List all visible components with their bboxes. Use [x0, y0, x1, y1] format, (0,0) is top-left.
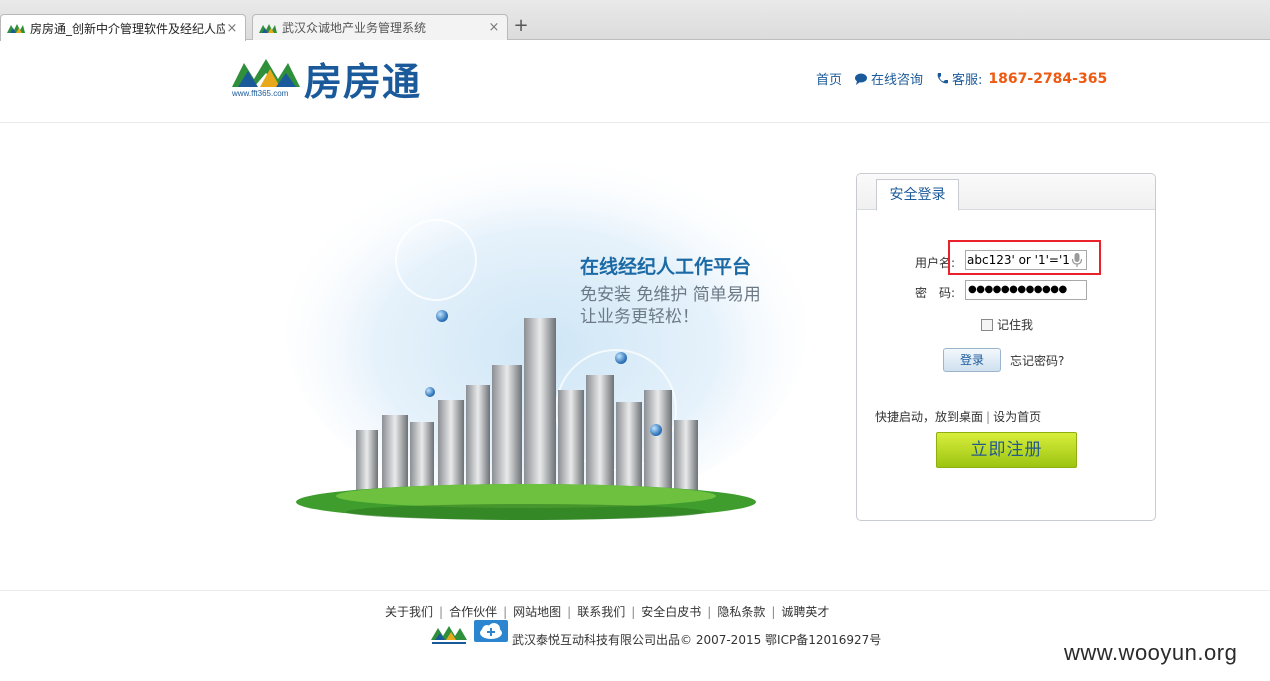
footer-divider: [0, 590, 1270, 591]
new-tab-button[interactable]: +: [510, 16, 532, 38]
city-skyline-image: [286, 150, 806, 520]
nav-home-link[interactable]: 首页: [816, 69, 842, 88]
password-input[interactable]: ●●●●●●●●●●●●: [965, 280, 1087, 300]
fft-favicon-icon: [7, 22, 25, 34]
remember-me-label: 记住我: [997, 318, 1034, 332]
footer-fft-logo-icon: [431, 626, 467, 644]
nav-service-label: 客服:: [952, 73, 983, 88]
footer-link-sitemap[interactable]: 网站地图: [513, 605, 561, 619]
logo-brand-text: 房房通: [304, 59, 422, 104]
tab-title: 房房通_创新中介管理软件及经纪人应: [30, 21, 225, 36]
remember-me-checkbox[interactable]: 记住我: [981, 316, 1033, 333]
separator: |: [503, 605, 508, 619]
password-label: 密 码:: [915, 286, 956, 300]
shortcut-launch-link[interactable]: 快捷启动，放到桌面: [875, 410, 983, 424]
login-panel-header: 安全登录: [857, 174, 1155, 211]
tab-close-icon[interactable]: ×: [487, 20, 501, 35]
tab-close-icon[interactable]: ×: [225, 21, 239, 36]
separator: |: [631, 605, 636, 619]
logo-url-text: www.fft365.com: [232, 89, 289, 98]
separator: |: [439, 605, 444, 619]
fft-logo-icon: [232, 59, 300, 87]
browser-tab-wuhan[interactable]: 武汉众诚地产业务管理系统 ×: [252, 14, 508, 40]
separator: |: [567, 605, 572, 619]
browser-tab-fft365[interactable]: 房房通_创新中介管理软件及经纪人应 ×: [0, 14, 246, 41]
browser-tab-bar: 房房通_创新中介管理软件及经纪人应 × 武汉众诚地产业务管理系统 × +: [0, 0, 1270, 41]
forgot-password-link[interactable]: 忘记密码?: [1010, 352, 1064, 369]
footer-links: 关于我们 | 合作伙伴 | 网站地图 | 联系我们 | 安全白皮书 | 隐私条款 | 诚聘英才: [385, 603, 829, 620]
footer-link-whitepaper[interactable]: 安全白皮书: [641, 605, 701, 619]
nav-service: 客服: 1867-2784-365: [935, 69, 1107, 88]
fft-favicon-icon: [259, 22, 277, 34]
nav-online-consult-label: 在线咨询: [871, 73, 924, 88]
site-logo[interactable]: 房房通 www.fft365.com: [230, 53, 440, 104]
service-phone-number: 1867-2784-365: [988, 70, 1108, 87]
register-button[interactable]: 立即注册: [936, 432, 1077, 468]
chat-bubble-icon: [855, 73, 868, 85]
checkbox-icon[interactable]: [981, 318, 993, 331]
tab-title: 武汉众诚地产业务管理系统: [282, 21, 427, 35]
separator: |: [707, 605, 712, 619]
set-homepage-link[interactable]: 设为首页: [993, 410, 1041, 424]
top-nav: 首页 在线咨询 客服: 1867-2784-365: [816, 69, 1119, 89]
tab-secure-login[interactable]: 安全登录: [876, 179, 959, 211]
hero-slogan-line2: 让业务更轻松！: [580, 307, 699, 327]
shortcut-links: 快捷启动，放到桌面 | 设为首页: [875, 408, 1041, 425]
footer-link-about[interactable]: 关于我们: [385, 605, 433, 619]
nav-online-consult-link[interactable]: 在线咨询: [854, 69, 923, 88]
footer-link-privacy[interactable]: 隐私条款: [717, 605, 765, 619]
cloud-upload-icon: [474, 620, 508, 642]
footer-copyright: 武汉泰悦互动科技有限公司出品© 2007-2015 鄂ICP备12016927号: [512, 633, 882, 647]
hero-slogan-title: 在线经纪人工作平台: [580, 256, 752, 278]
site-header: 房房通 www.fft365.com 首页 在线咨询 客服: 1867-2784…: [0, 41, 1270, 123]
footer-link-partners[interactable]: 合作伙伴: [449, 605, 497, 619]
login-panel: 安全登录 用户名: abc123' or '1'='1 密 码: ●●●●●●●…: [856, 173, 1156, 521]
separator: |: [771, 605, 776, 619]
footer-link-contact[interactable]: 联系我们: [577, 605, 625, 619]
separator: |: [986, 410, 991, 424]
phone-icon: [937, 72, 949, 83]
highlight-annotation-box: [948, 240, 1101, 275]
hero-illustration: [286, 140, 816, 530]
footer-link-careers[interactable]: 诚聘英才: [781, 605, 829, 619]
watermark-text: www.wooyun.org: [1064, 640, 1238, 665]
login-button[interactable]: 登录: [943, 348, 1001, 372]
